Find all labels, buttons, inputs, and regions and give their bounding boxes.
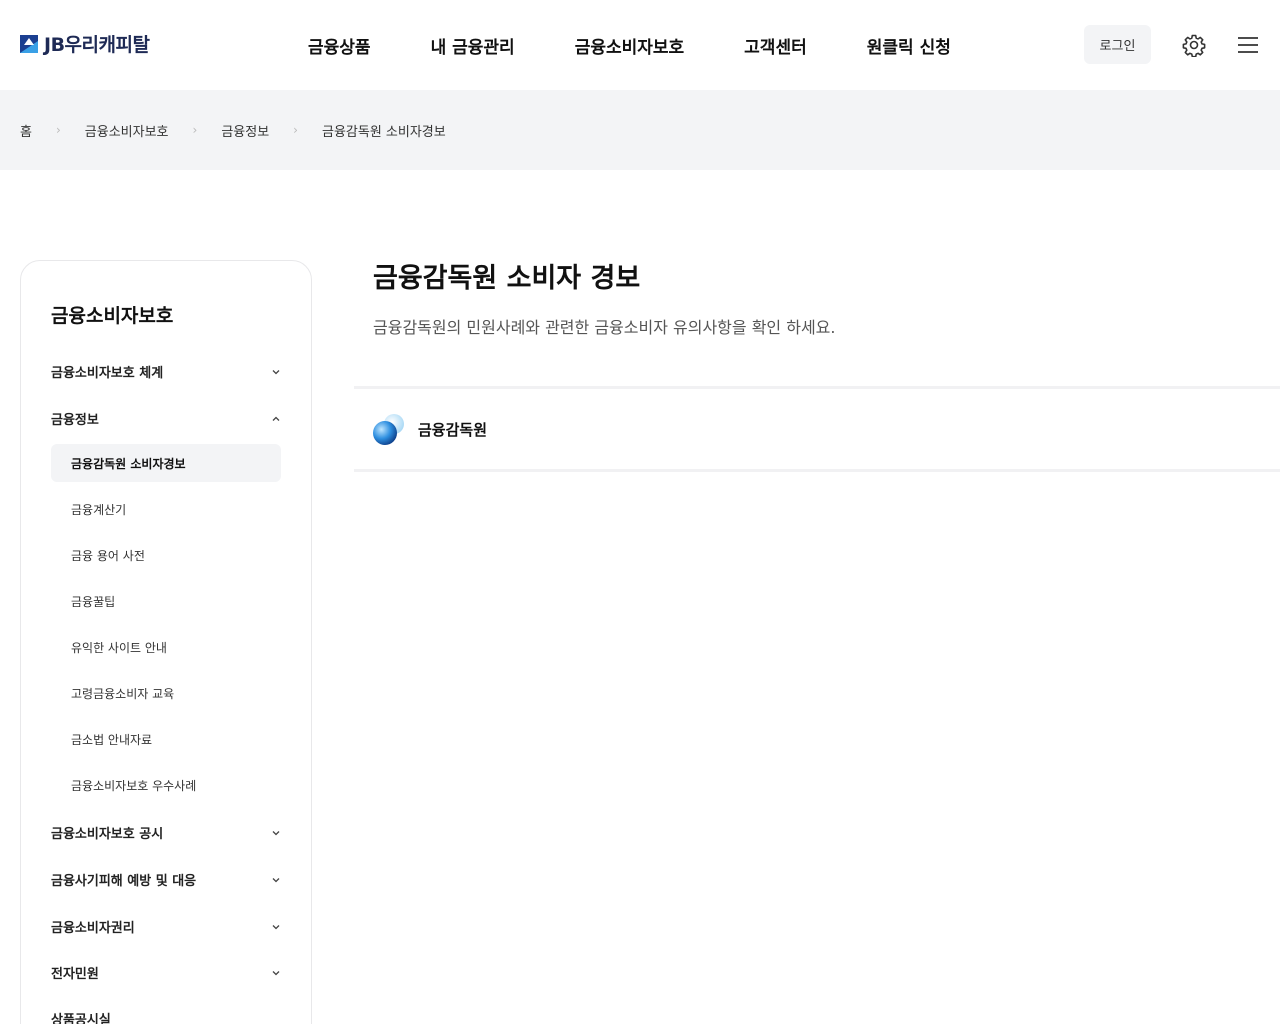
sidebar-item-product-disclosure[interactable]: 상품공시실 bbox=[51, 1009, 281, 1024]
breadcrumb-current: 금융감독원 소비자경보 bbox=[321, 124, 446, 140]
sidebar-item-disclosure[interactable]: 금융소비자보호 공시 bbox=[51, 823, 281, 842]
login-button[interactable]: 로그인 bbox=[1084, 25, 1151, 64]
nav-my-finance[interactable]: 내 금융관리 bbox=[431, 33, 515, 58]
sidebar-item-label: 상품공시실 bbox=[51, 1013, 111, 1024]
chevron-down-icon bbox=[272, 369, 280, 374]
logo-mark-icon bbox=[20, 34, 38, 53]
breadcrumb-separator-icon: › bbox=[293, 123, 298, 137]
sidebar-item-label: 금융소비자보호 공시 bbox=[51, 827, 164, 842]
page-title: 금융감독원 소비자 경보 bbox=[373, 263, 641, 294]
nav-customer-center[interactable]: 고객센터 bbox=[744, 33, 807, 58]
breadcrumb-financial-info[interactable]: 금융정보 bbox=[221, 121, 269, 140]
chevron-down-icon bbox=[272, 924, 280, 929]
chevron-down-icon bbox=[272, 970, 280, 975]
sidebar-item-financial-info[interactable]: 금융정보 bbox=[51, 409, 281, 428]
nav-consumer-protection[interactable]: 금융소비자보호 bbox=[575, 33, 684, 58]
chevron-down-icon bbox=[272, 877, 280, 882]
sidebar: 금융소비자보호 금융소비자보호 체계 금융정보 금융감독원 소비자경보 금융계산… bbox=[20, 260, 312, 1024]
gear-icon[interactable] bbox=[1182, 33, 1206, 57]
sidebar-item-label: 금융소비자권리 bbox=[51, 921, 135, 936]
sidebar-item-label: 전자민원 bbox=[51, 967, 99, 982]
chevron-down-icon bbox=[272, 830, 280, 835]
chevron-up-icon bbox=[272, 416, 280, 421]
sidebar-item-label: 금융정보 bbox=[51, 413, 99, 428]
sidebar-subitem-useful-sites[interactable]: 유익한 사이트 안내 bbox=[51, 628, 281, 666]
hamburger-menu-icon[interactable] bbox=[1237, 35, 1259, 55]
header: JB우리캐피탈 금융상품 내 금융관리 금융소비자보호 고객센터 원클릭 신청 … bbox=[0, 0, 1280, 90]
sidebar-subitem-fss-alert[interactable]: 금융감독원 소비자경보 bbox=[51, 444, 281, 482]
brand-logo[interactable]: JB우리캐피탈 bbox=[20, 30, 150, 57]
breadcrumb-separator-icon: › bbox=[55, 123, 61, 137]
nav-one-click-apply[interactable]: 원클릭 신청 bbox=[867, 33, 951, 58]
logo-text: JB우리캐피탈 bbox=[44, 34, 150, 56]
breadcrumb-consumer-protection[interactable]: 금융소비자보호 bbox=[85, 121, 169, 140]
sidebar-title: 금융소비자보호 bbox=[51, 305, 174, 327]
sidebar-item-label: 금융사기피해 예방 및 대응 bbox=[51, 874, 197, 889]
sidebar-item-protection-system[interactable]: 금융소비자보호 체계 bbox=[51, 362, 281, 381]
fss-name: 금융감독원 bbox=[418, 420, 488, 439]
sidebar-item-consumer-rights[interactable]: 금융소비자권리 bbox=[51, 917, 281, 936]
sidebar-item-e-complaint[interactable]: 전자민원 bbox=[51, 963, 281, 982]
sidebar-subitem-calculator[interactable]: 금융계산기 bbox=[51, 490, 281, 528]
sidebar-item-label: 금융소비자보호 체계 bbox=[51, 366, 164, 381]
nav-financial-products[interactable]: 금융상품 bbox=[308, 33, 371, 58]
sidebar-item-fraud-prevention[interactable]: 금융사기피해 예방 및 대응 bbox=[51, 870, 281, 889]
fss-globe-logo-icon bbox=[373, 414, 404, 445]
global-nav: 금융상품 내 금융관리 금융소비자보호 고객센터 원클릭 신청 bbox=[308, 33, 1011, 58]
breadcrumb-separator-icon: › bbox=[192, 123, 198, 137]
breadcrumb-home[interactable]: 홈 bbox=[20, 121, 32, 140]
fss-card[interactable]: 금융감독원 bbox=[354, 386, 1280, 472]
sidebar-subitem-best-practices[interactable]: 금융소비자보호 우수사례 bbox=[51, 766, 281, 804]
breadcrumb: 홈 › 금융소비자보호 › 금융정보 › 금융감독원 소비자경보 bbox=[0, 90, 1280, 170]
page-description: 금융감독원의 민원사례와 관련한 금융소비자 유의사항을 확인 하세요. bbox=[373, 318, 836, 337]
sidebar-subitem-glossary[interactable]: 금융 용어 사전 bbox=[51, 536, 281, 574]
sidebar-subitem-tips[interactable]: 금융꿀팁 bbox=[51, 582, 281, 620]
sidebar-subitem-senior-education[interactable]: 고령금융소비자 교육 bbox=[51, 674, 281, 712]
sidebar-subitem-law-guide[interactable]: 금소법 안내자료 bbox=[51, 720, 281, 758]
